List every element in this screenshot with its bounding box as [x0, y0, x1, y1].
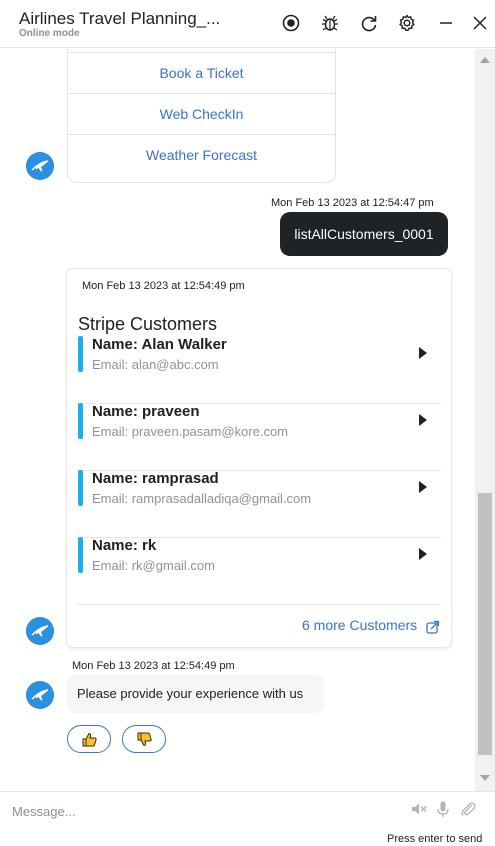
menu-item-weather-forecast[interactable]: Weather Forecast: [68, 134, 335, 175]
customer-email: Email: alan@abc.com: [92, 357, 219, 372]
menu-item-web-checkin[interactable]: Web CheckIn: [68, 93, 335, 134]
caret-right-icon[interactable]: [419, 548, 427, 560]
bot-avatar-icon: [26, 152, 54, 180]
external-link-icon[interactable]: [426, 620, 440, 634]
bot-title: Airlines Travel Planning_...: [19, 9, 221, 28]
menu-card: Book a Ticket Web CheckIn Weather Foreca…: [67, 49, 336, 183]
refresh-icon[interactable]: [358, 12, 380, 34]
send-hint: Press enter to send: [387, 833, 483, 845]
feedback-timestamp: Mon Feb 13 2023 at 12:54:49 pm: [72, 660, 235, 672]
customer-row[interactable]: Name: ramprasad Email: ramprasadalladiqa…: [77, 470, 441, 538]
customer-email: Email: rk@gmail.com: [92, 558, 215, 573]
settings-icon[interactable]: [396, 12, 418, 34]
card-title: Stripe Customers: [78, 314, 218, 334]
customer-accent-bar: [78, 336, 83, 372]
customers-card: Mon Feb 13 2023 at 12:54:49 pm Stripe Cu…: [66, 268, 452, 648]
minimize-icon[interactable]: [435, 12, 457, 34]
attachment-icon[interactable]: [459, 800, 477, 818]
chat-scrollbar[interactable]: [475, 49, 495, 791]
caret-right-icon[interactable]: [419, 481, 427, 493]
chat-header: Airlines Travel Planning_... Online mode: [0, 0, 495, 48]
customer-email: Email: praveen.pasam@kore.com: [92, 424, 288, 439]
customer-row[interactable]: Name: rk Email: rk@gmail.com: [77, 537, 441, 605]
customer-name: Name: ramprasad: [92, 470, 219, 487]
caret-right-icon[interactable]: [419, 347, 427, 359]
chat-messages: Book a Ticket Web CheckIn Weather Foreca…: [0, 49, 475, 791]
close-icon[interactable]: [469, 12, 491, 34]
thumbs-up-button[interactable]: [67, 725, 111, 753]
user-message-timestamp: Mon Feb 13 2023 at 12:54:47 pm: [271, 197, 434, 209]
bot-avatar-icon: [26, 681, 54, 709]
customer-name: Name: Alan Walker: [92, 336, 227, 353]
scroll-up-arrow-icon[interactable]: [480, 57, 490, 63]
speaker-mute-icon[interactable]: [410, 800, 428, 818]
composer: Press enter to send: [0, 791, 495, 846]
customer-accent-bar: [78, 470, 83, 506]
microphone-icon[interactable]: [434, 800, 452, 818]
customer-email: Email: ramprasadalladiqa@gmail.com: [92, 491, 312, 506]
customer-accent-bar: [78, 403, 83, 439]
customer-name: Name: rk: [92, 537, 157, 554]
caret-right-icon[interactable]: [419, 414, 427, 426]
scroll-down-arrow-icon[interactable]: [480, 775, 490, 781]
customer-accent-bar: [78, 537, 83, 573]
menu-item-book-ticket[interactable]: Book a Ticket: [68, 52, 335, 93]
more-customers-link[interactable]: 6 more Customers: [302, 617, 417, 633]
feedback-message: Please provide your experience with us: [67, 675, 324, 713]
connection-status: Online mode: [19, 28, 80, 39]
record-icon[interactable]: [280, 12, 302, 34]
thumbs-up-icon: [82, 732, 97, 747]
customer-row[interactable]: Name: Alan Walker Email: alan@abc.com: [77, 336, 441, 404]
customer-name: Name: praveen: [92, 403, 200, 420]
user-message-bubble: listAllCustomers_0001: [280, 212, 448, 256]
thumbs-down-icon: [137, 732, 152, 747]
scrollbar-thumb[interactable]: [478, 493, 492, 755]
message-input[interactable]: [10, 798, 394, 824]
thumbs-down-button[interactable]: [122, 725, 166, 753]
bot-avatar-icon: [26, 617, 54, 645]
bug-icon[interactable]: [319, 12, 341, 34]
customer-row[interactable]: Name: praveen Email: praveen.pasam@kore.…: [77, 403, 441, 471]
card-timestamp: Mon Feb 13 2023 at 12:54:49 pm: [82, 280, 245, 292]
